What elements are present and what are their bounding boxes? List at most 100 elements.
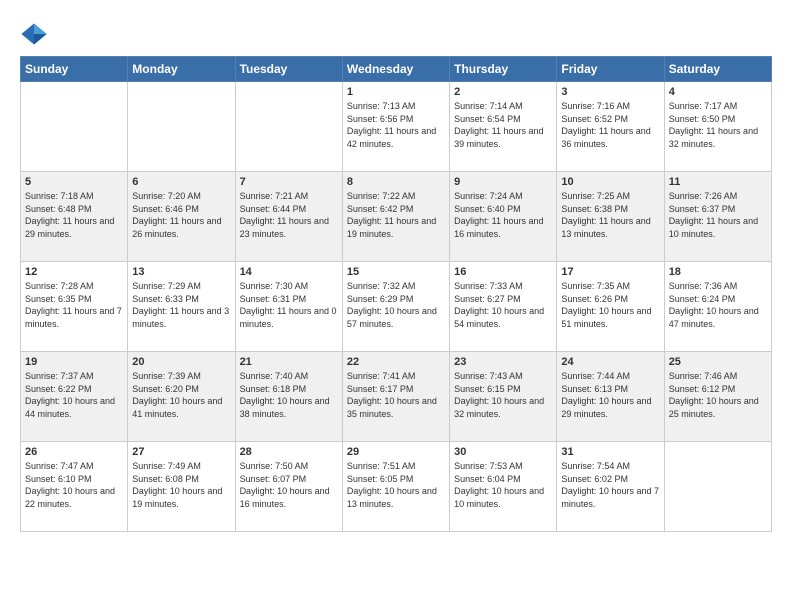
calendar-cell: 15 Sunrise: 7:32 AM Sunset: 6:29 PM Dayli… [342, 262, 449, 352]
logo [20, 20, 52, 48]
day-number: 3 [561, 86, 659, 98]
cell-content: Sunrise: 7:20 AM Sunset: 6:46 PM Dayligh… [132, 190, 230, 240]
day-number: 10 [561, 176, 659, 188]
day-header-sunday: Sunday [21, 57, 128, 82]
calendar-cell: 31 Sunrise: 7:54 AM Sunset: 6:02 PM Dayli… [557, 442, 664, 532]
calendar-cell: 28 Sunrise: 7:50 AM Sunset: 6:07 PM Dayli… [235, 442, 342, 532]
calendar-cell: 6 Sunrise: 7:20 AM Sunset: 6:46 PM Daylig… [128, 172, 235, 262]
day-number: 22 [347, 356, 445, 368]
cell-content: Sunrise: 7:18 AM Sunset: 6:48 PM Dayligh… [25, 190, 123, 240]
cell-content: Sunrise: 7:54 AM Sunset: 6:02 PM Dayligh… [561, 460, 659, 510]
cell-content: Sunrise: 7:43 AM Sunset: 6:15 PM Dayligh… [454, 370, 552, 420]
cell-content: Sunrise: 7:49 AM Sunset: 6:08 PM Dayligh… [132, 460, 230, 510]
cell-content: Sunrise: 7:30 AM Sunset: 6:31 PM Dayligh… [240, 280, 338, 330]
calendar-week-1: 1 Sunrise: 7:13 AM Sunset: 6:56 PM Daylig… [21, 82, 772, 172]
day-number: 15 [347, 266, 445, 278]
day-header-tuesday: Tuesday [235, 57, 342, 82]
calendar-cell: 11 Sunrise: 7:26 AM Sunset: 6:37 PM Dayli… [664, 172, 771, 262]
cell-content: Sunrise: 7:33 AM Sunset: 6:27 PM Dayligh… [454, 280, 552, 330]
calendar-cell: 23 Sunrise: 7:43 AM Sunset: 6:15 PM Dayli… [450, 352, 557, 442]
cell-content: Sunrise: 7:41 AM Sunset: 6:17 PM Dayligh… [347, 370, 445, 420]
day-number: 23 [454, 356, 552, 368]
calendar-week-4: 19 Sunrise: 7:37 AM Sunset: 6:22 PM Dayli… [21, 352, 772, 442]
calendar-cell: 25 Sunrise: 7:46 AM Sunset: 6:12 PM Dayli… [664, 352, 771, 442]
cell-content: Sunrise: 7:14 AM Sunset: 6:54 PM Dayligh… [454, 100, 552, 150]
day-number: 16 [454, 266, 552, 278]
cell-content: Sunrise: 7:47 AM Sunset: 6:10 PM Dayligh… [25, 460, 123, 510]
day-number: 26 [25, 446, 123, 458]
calendar-cell: 14 Sunrise: 7:30 AM Sunset: 6:31 PM Dayli… [235, 262, 342, 352]
calendar-cell: 12 Sunrise: 7:28 AM Sunset: 6:35 PM Dayli… [21, 262, 128, 352]
calendar-cell: 24Sunrise: 7:44 AM Sunset: 6:13 PM Dayli… [557, 352, 664, 442]
cell-content: Sunrise: 7:24 AM Sunset: 6:40 PM Dayligh… [454, 190, 552, 240]
day-number: 6 [132, 176, 230, 188]
day-number: 27 [132, 446, 230, 458]
day-number: 31 [561, 446, 659, 458]
calendar-week-5: 26 Sunrise: 7:47 AM Sunset: 6:10 PM Dayli… [21, 442, 772, 532]
day-number: 13 [132, 266, 230, 278]
calendar-cell: 20Sunrise: 7:39 AM Sunset: 6:20 PM Dayli… [128, 352, 235, 442]
day-number: 17 [561, 266, 659, 278]
calendar-week-3: 12 Sunrise: 7:28 AM Sunset: 6:35 PM Dayli… [21, 262, 772, 352]
calendar-cell: 4 Sunrise: 7:17 AM Sunset: 6:50 PM Daylig… [664, 82, 771, 172]
cell-content: Sunrise: 7:22 AM Sunset: 6:42 PM Dayligh… [347, 190, 445, 240]
cell-content: Sunrise: 7:50 AM Sunset: 6:07 PM Dayligh… [240, 460, 338, 510]
cell-content: Sunrise: 7:51 AM Sunset: 6:05 PM Dayligh… [347, 460, 445, 510]
page: SundayMondayTuesdayWednesdayThursdayFrid… [0, 0, 792, 542]
day-header-saturday: Saturday [664, 57, 771, 82]
calendar-cell: 21 Sunrise: 7:40 AM Sunset: 6:18 PM Dayli… [235, 352, 342, 442]
calendar-cell [235, 82, 342, 172]
day-number: 4 [669, 86, 767, 98]
calendar-cell [664, 442, 771, 532]
day-header-wednesday: Wednesday [342, 57, 449, 82]
calendar-cell: 8Sunrise: 7:22 AM Sunset: 6:42 PM Daylig… [342, 172, 449, 262]
day-number: 14 [240, 266, 338, 278]
calendar-cell: 19 Sunrise: 7:37 AM Sunset: 6:22 PM Dayli… [21, 352, 128, 442]
calendar-cell: 7Sunrise: 7:21 AM Sunset: 6:44 PM Daylig… [235, 172, 342, 262]
calendar-header-row: SundayMondayTuesdayWednesdayThursdayFrid… [21, 57, 772, 82]
calendar-cell: 22 Sunrise: 7:41 AM Sunset: 6:17 PM Dayli… [342, 352, 449, 442]
day-header-monday: Monday [128, 57, 235, 82]
day-number: 29 [347, 446, 445, 458]
cell-content: Sunrise: 7:28 AM Sunset: 6:35 PM Dayligh… [25, 280, 123, 330]
cell-content: Sunrise: 7:35 AM Sunset: 6:26 PM Dayligh… [561, 280, 659, 330]
calendar-cell: 3 Sunrise: 7:16 AM Sunset: 6:52 PM Daylig… [557, 82, 664, 172]
calendar-week-2: 5Sunrise: 7:18 AM Sunset: 6:48 PM Daylig… [21, 172, 772, 262]
day-number: 28 [240, 446, 338, 458]
cell-content: Sunrise: 7:37 AM Sunset: 6:22 PM Dayligh… [25, 370, 123, 420]
calendar-cell: 30 Sunrise: 7:53 AM Sunset: 6:04 PM Dayli… [450, 442, 557, 532]
calendar-cell: 29 Sunrise: 7:51 AM Sunset: 6:05 PM Dayli… [342, 442, 449, 532]
day-number: 11 [669, 176, 767, 188]
day-number: 9 [454, 176, 552, 188]
day-number: 12 [25, 266, 123, 278]
day-number: 25 [669, 356, 767, 368]
cell-content: Sunrise: 7:32 AM Sunset: 6:29 PM Dayligh… [347, 280, 445, 330]
calendar-cell [128, 82, 235, 172]
calendar-cell: 27 Sunrise: 7:49 AM Sunset: 6:08 PM Dayli… [128, 442, 235, 532]
day-number: 1 [347, 86, 445, 98]
cell-content: Sunrise: 7:36 AM Sunset: 6:24 PM Dayligh… [669, 280, 767, 330]
day-header-friday: Friday [557, 57, 664, 82]
cell-content: Sunrise: 7:25 AM Sunset: 6:38 PM Dayligh… [561, 190, 659, 240]
cell-content: Sunrise: 7:16 AM Sunset: 6:52 PM Dayligh… [561, 100, 659, 150]
cell-content: Sunrise: 7:46 AM Sunset: 6:12 PM Dayligh… [669, 370, 767, 420]
calendar-cell: 16 Sunrise: 7:33 AM Sunset: 6:27 PM Dayli… [450, 262, 557, 352]
day-number: 21 [240, 356, 338, 368]
cell-content: Sunrise: 7:53 AM Sunset: 6:04 PM Dayligh… [454, 460, 552, 510]
calendar-cell: 13Sunrise: 7:29 AM Sunset: 6:33 PM Dayli… [128, 262, 235, 352]
calendar-cell: 5Sunrise: 7:18 AM Sunset: 6:48 PM Daylig… [21, 172, 128, 262]
cell-content: Sunrise: 7:40 AM Sunset: 6:18 PM Dayligh… [240, 370, 338, 420]
calendar-cell: 17 Sunrise: 7:35 AM Sunset: 6:26 PM Dayli… [557, 262, 664, 352]
day-number: 18 [669, 266, 767, 278]
calendar-table: SundayMondayTuesdayWednesdayThursdayFrid… [20, 56, 772, 532]
calendar-cell: 18 Sunrise: 7:36 AM Sunset: 6:24 PM Dayli… [664, 262, 771, 352]
day-number: 30 [454, 446, 552, 458]
calendar-cell: 1 Sunrise: 7:13 AM Sunset: 6:56 PM Daylig… [342, 82, 449, 172]
calendar-cell: 9 Sunrise: 7:24 AM Sunset: 6:40 PM Daylig… [450, 172, 557, 262]
cell-content: Sunrise: 7:26 AM Sunset: 6:37 PM Dayligh… [669, 190, 767, 240]
cell-content: Sunrise: 7:13 AM Sunset: 6:56 PM Dayligh… [347, 100, 445, 150]
cell-content: Sunrise: 7:17 AM Sunset: 6:50 PM Dayligh… [669, 100, 767, 150]
day-number: 7 [240, 176, 338, 188]
cell-content: Sunrise: 7:44 AM Sunset: 6:13 PM Dayligh… [561, 370, 659, 420]
day-number: 19 [25, 356, 123, 368]
